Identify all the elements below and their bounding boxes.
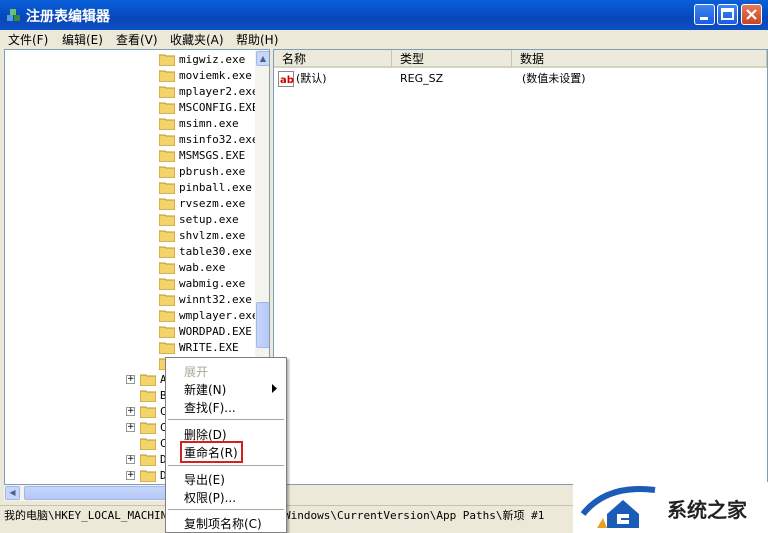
folder-icon xyxy=(159,214,175,226)
column-header-name[interactable]: 名称 xyxy=(274,50,392,68)
folder-icon xyxy=(140,470,156,482)
folder-icon xyxy=(159,54,175,66)
menu-separator xyxy=(168,465,284,466)
scroll-left-icon[interactable]: ◀ xyxy=(5,486,20,500)
menu-help[interactable]: 帮助(H) xyxy=(236,31,278,48)
close-icon xyxy=(746,9,757,20)
value-row[interactable]: ab (默认) REG_SZ (数值未设置) xyxy=(278,71,758,87)
folder-icon xyxy=(159,326,175,338)
column-header-type[interactable]: 类型 xyxy=(392,50,512,68)
folder-icon xyxy=(159,294,175,306)
folder-icon xyxy=(159,278,175,290)
menu-item-copy-key-name[interactable]: 复制项名称(C) xyxy=(184,515,262,532)
folder-icon xyxy=(140,374,156,386)
close-button[interactable] xyxy=(741,4,762,25)
folder-icon xyxy=(159,198,175,210)
menu-item-find[interactable]: 查找(F)... xyxy=(184,399,236,416)
menu-item-expand: 展开 xyxy=(184,365,209,379)
folder-icon xyxy=(140,454,156,466)
submenu-arrow-icon xyxy=(272,384,277,393)
folder-icon xyxy=(159,230,175,242)
folder-icon xyxy=(159,102,175,114)
title-bar[interactable]: 注册表编辑器 xyxy=(0,0,768,30)
menu-separator xyxy=(168,509,284,510)
svg-text:ab: ab xyxy=(280,75,294,86)
house-logo-icon xyxy=(580,486,656,528)
folder-icon xyxy=(159,86,175,98)
menu-item-new[interactable]: 新建(N) xyxy=(184,381,226,398)
value-type: REG_SZ xyxy=(400,72,444,85)
folder-icon xyxy=(159,118,175,130)
value-data: (数值未设置) xyxy=(522,72,586,85)
folder-icon xyxy=(159,246,175,258)
status-path-start: 我的电脑\HKEY_LOCAL_MACHINE xyxy=(4,509,174,522)
scroll-thumb[interactable] xyxy=(256,302,269,348)
values-pane[interactable]: 名称 类型 数据 ab (默认) REG_SZ (数值未设置) xyxy=(273,49,768,485)
minimize-button[interactable] xyxy=(694,4,715,25)
menu-edit[interactable]: 编辑(E) xyxy=(62,31,103,48)
menu-file[interactable]: 文件(F) xyxy=(8,31,48,48)
menu-favorites[interactable]: 收藏夹(A) xyxy=(170,31,224,48)
menu-item-export[interactable]: 导出(E) xyxy=(184,471,225,488)
expand-toggle[interactable]: + xyxy=(126,471,135,480)
folder-icon xyxy=(159,150,175,162)
menu-separator xyxy=(168,419,284,420)
status-path-end: Windows\CurrentVersion\App Paths\新项 #1 xyxy=(284,509,545,522)
menu-item-permissions[interactable]: 权限(P)... xyxy=(184,489,236,506)
expand-toggle[interactable]: + xyxy=(126,375,135,384)
maximize-icon xyxy=(721,8,734,20)
rename-highlight-box xyxy=(180,441,243,463)
minimize-icon xyxy=(700,17,708,20)
scroll-up-icon[interactable]: ▲ xyxy=(256,51,269,66)
expand-toggle[interactable]: + xyxy=(126,423,135,432)
registry-editor-icon xyxy=(7,9,20,21)
folder-icon xyxy=(140,422,156,434)
folder-icon xyxy=(159,310,175,322)
scroll-thumb[interactable] xyxy=(24,486,170,500)
folder-icon xyxy=(140,390,156,402)
maximize-button[interactable] xyxy=(717,4,738,25)
folder-icon xyxy=(159,166,175,178)
watermark-text: 系统之家 xyxy=(667,498,747,522)
menu-bar: 文件(F) 编辑(E) 查看(V) 收藏夹(A) 帮助(H) xyxy=(0,30,768,48)
folder-icon xyxy=(140,406,156,418)
folder-icon xyxy=(159,342,175,354)
folder-icon xyxy=(140,438,156,450)
string-value-icon: ab xyxy=(278,71,294,87)
folder-icon xyxy=(159,134,175,146)
folder-icon xyxy=(159,262,175,274)
value-name: (默认) xyxy=(296,72,327,85)
expand-toggle[interactable]: + xyxy=(126,407,135,416)
window-title: 注册表编辑器 xyxy=(26,9,110,25)
expand-toggle[interactable]: + xyxy=(126,455,135,464)
column-header-data[interactable]: 数据 xyxy=(512,50,767,68)
folder-icon xyxy=(159,182,175,194)
menu-view[interactable]: 查看(V) xyxy=(116,31,158,48)
folder-icon xyxy=(159,70,175,82)
watermark: 系统之家 xyxy=(573,482,768,533)
